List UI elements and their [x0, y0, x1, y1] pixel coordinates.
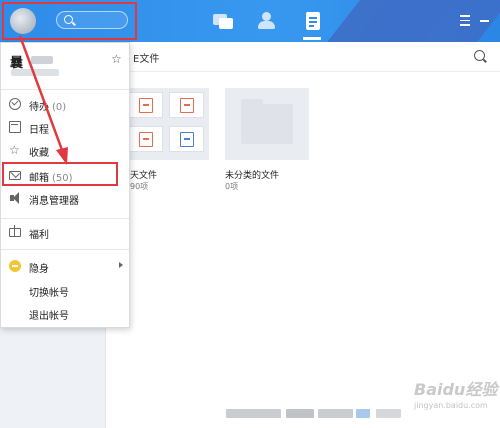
folder-card[interactable]	[125, 88, 209, 160]
active-tab-indicator	[303, 37, 321, 40]
menu-item-label: 福利	[29, 230, 49, 241]
calendar-icon	[9, 121, 21, 133]
menu-item-count: (0)	[52, 102, 67, 113]
gift-icon	[9, 225, 21, 237]
contacts-icon	[262, 12, 271, 21]
menu-item-favorites[interactable]: ☆ 收藏	[1, 141, 129, 161]
star-icon[interactable]: ☆	[111, 52, 122, 66]
menu-item-status[interactable]: 隐身	[1, 257, 129, 277]
minimize-icon[interactable]	[480, 20, 489, 22]
menu-item-label: 收藏	[29, 148, 49, 159]
menu-item-todo[interactable]: 待办 (0)	[1, 95, 129, 115]
tab-contacts[interactable]	[256, 12, 278, 30]
watermark-url: jingyan.baidu.com	[414, 401, 488, 410]
watermark: Baidu经验 jingyan.baidu.com	[414, 376, 497, 410]
search-icon[interactable]	[474, 50, 485, 61]
blurred-name	[31, 56, 53, 64]
folder-count: 90项	[130, 182, 149, 191]
divider	[1, 249, 129, 250]
pdf-file-icon	[128, 92, 163, 118]
folder-count: 0项	[225, 182, 239, 191]
tab-files[interactable]	[304, 12, 326, 30]
todo-icon	[9, 98, 21, 110]
menu-item-calendar[interactable]: 日程	[1, 118, 129, 138]
menu-item-label: 消息管理器	[29, 196, 79, 207]
folder-name: 未分类的文件	[225, 171, 280, 181]
page-title: E文件	[133, 54, 160, 65]
menu-item-label: 隐身	[29, 264, 49, 275]
folder-card[interactable]	[225, 88, 309, 160]
top-bar-decoration	[327, 0, 500, 42]
pdf-file-icon	[128, 126, 163, 152]
menu-item-switch-account[interactable]: 切换帐号	[1, 281, 129, 301]
document-file-icon	[169, 126, 204, 152]
star-icon: ☆	[9, 143, 20, 157]
annotation-box-avatar	[2, 2, 137, 40]
tab-messages[interactable]	[213, 12, 235, 30]
menu-item-label: 退出帐号	[29, 311, 69, 322]
file-icon	[306, 12, 320, 30]
divider	[1, 89, 129, 90]
pdf-file-icon	[169, 92, 204, 118]
watermark-logo: Baidu经验	[414, 380, 498, 399]
menu-item-label: 日程	[29, 125, 49, 136]
blurred-region	[226, 409, 401, 418]
menu-item-logout[interactable]: 退出帐号	[1, 304, 129, 324]
divider	[1, 218, 129, 219]
hidden-status-icon	[9, 260, 21, 272]
menu-item-benefits[interactable]: 福利	[1, 223, 129, 243]
menu-item-label: 切换帐号	[29, 288, 69, 299]
submenu-arrow-icon	[119, 262, 123, 268]
folder-name: 天文件	[130, 171, 158, 181]
speaker-icon	[9, 192, 21, 204]
user-signature	[11, 69, 59, 76]
menu-icon[interactable]	[460, 15, 470, 26]
menu-item-message-manager[interactable]: 消息管理器	[1, 189, 129, 209]
annotation-box-mailbox	[2, 162, 118, 186]
folder-icon	[241, 99, 293, 144]
main-header	[107, 42, 500, 72]
menu-item-label: 待办	[29, 102, 49, 113]
